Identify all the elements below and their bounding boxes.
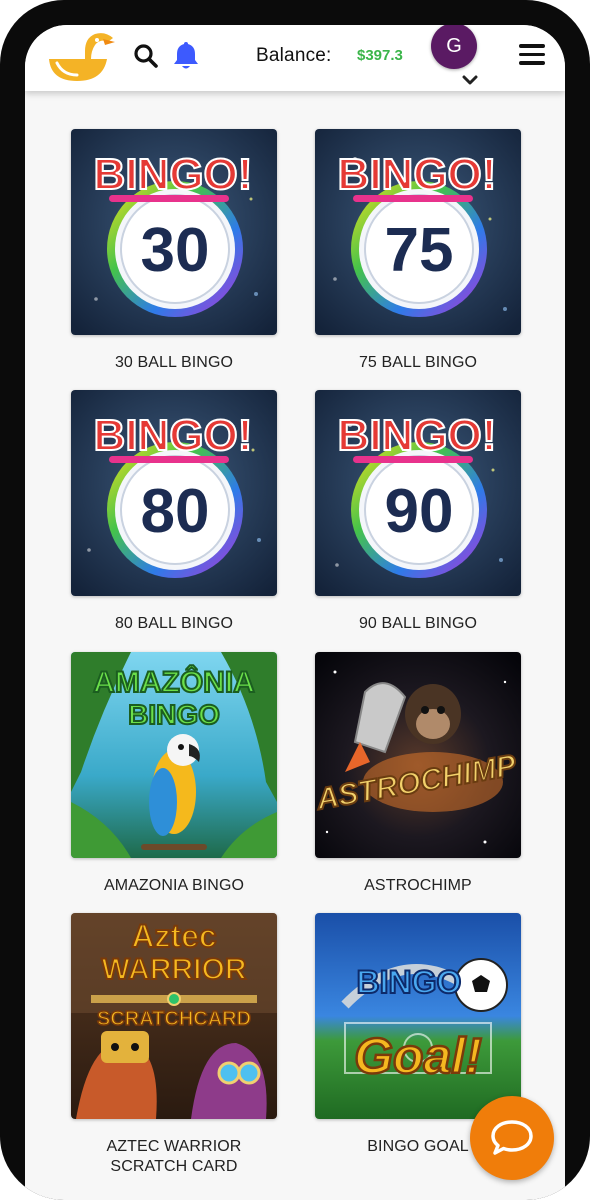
- art-caption: SCRATCHCARD: [97, 1008, 251, 1030]
- art-bingo: BINGO!: [338, 411, 497, 460]
- balance-label: Balance:: [256, 45, 332, 66]
- search-icon[interactable]: [131, 41, 161, 71]
- art-title: BINGO: [357, 964, 462, 1000]
- balance-amount: $397.3: [357, 47, 403, 64]
- game-title[interactable]: ASTROCHIMP: [315, 876, 521, 896]
- game-thumbnail-bingo-goal[interactable]: BINGO Goal!: [315, 913, 521, 1119]
- game-thumbnail-bingo-90[interactable]: 90 BINGO!: [315, 390, 521, 596]
- avatar-initial: G: [446, 34, 462, 57]
- chat-button[interactable]: [470, 1096, 554, 1180]
- game-card[interactable]: ASTROCHIMP ASTROCHIMP: [315, 652, 521, 896]
- game-card[interactable]: 80 BINGO! 80 BALL BINGO: [71, 390, 277, 634]
- phone-frame: Balance: $397.3 G 30 BINGO! 30 BALL BING…: [0, 0, 590, 1200]
- chevron-down-icon[interactable]: [462, 73, 478, 85]
- hamburger-menu-icon[interactable]: [519, 44, 545, 68]
- game-title[interactable]: 80 BALL BINGO: [71, 614, 277, 634]
- game-thumbnail-aztec-warrior[interactable]: Aztec WARRIOR SCRATCHCARD: [71, 913, 277, 1119]
- art-subtitle: BINGO: [128, 699, 220, 730]
- game-title[interactable]: 90 BALL BINGO: [315, 614, 521, 634]
- game-title[interactable]: AMAZONIA BINGO: [71, 876, 277, 896]
- game-thumbnail-astrochimp[interactable]: ASTROCHIMP: [315, 652, 521, 858]
- top-header: Balance: $397.3 G: [25, 25, 565, 91]
- game-thumbnail-bingo-80[interactable]: 80 BINGO!: [71, 390, 277, 596]
- art-title: Aztec: [131, 918, 216, 954]
- games-grid: 30 BINGO! 30 BALL BINGO 75 BINGO! 75 BAL…: [25, 25, 565, 1200]
- art-bingo: BINGO!: [94, 150, 253, 199]
- art-bingo: BINGO!: [338, 150, 497, 199]
- art-title: AMAZÔNIA: [93, 665, 255, 699]
- game-title[interactable]: 30 BALL BINGO: [71, 353, 277, 373]
- bell-icon[interactable]: [170, 39, 202, 71]
- art-subtitle: Goal!: [354, 1028, 482, 1084]
- art-number: 30: [141, 216, 210, 285]
- game-card[interactable]: 75 BINGO! 75 BALL BINGO: [315, 129, 521, 373]
- screen: Balance: $397.3 G 30 BINGO! 30 BALL BING…: [25, 25, 565, 1200]
- game-card[interactable]: Aztec WARRIOR SCRATCHCARD AZTEC WARRIOR …: [71, 913, 277, 1177]
- art-number: 80: [141, 477, 210, 546]
- duck-logo-icon[interactable]: [43, 29, 115, 87]
- game-thumbnail-bingo-75[interactable]: 75 BINGO!: [315, 129, 521, 335]
- game-title[interactable]: AZTEC WARRIOR SCRATCH CARD: [71, 1137, 277, 1177]
- art-bingo: BINGO!: [94, 411, 253, 460]
- user-avatar[interactable]: G: [431, 25, 477, 69]
- art-number: 90: [385, 477, 454, 546]
- game-card[interactable]: 30 BINGO! 30 BALL BINGO: [71, 129, 277, 373]
- game-thumbnail-bingo-30[interactable]: 30 BINGO!: [71, 129, 277, 335]
- game-thumbnail-amazonia-bingo[interactable]: AMAZÔNIA BINGO: [71, 652, 277, 858]
- chat-bubble-icon: [491, 1120, 533, 1155]
- game-title[interactable]: 75 BALL BINGO: [315, 353, 521, 373]
- game-card[interactable]: 90 BINGO! 90 BALL BINGO: [315, 390, 521, 634]
- art-subtitle: WARRIOR: [102, 953, 247, 986]
- game-card[interactable]: AMAZÔNIA BINGO AMAZONIA BINGO: [71, 652, 277, 896]
- art-number: 75: [385, 216, 454, 285]
